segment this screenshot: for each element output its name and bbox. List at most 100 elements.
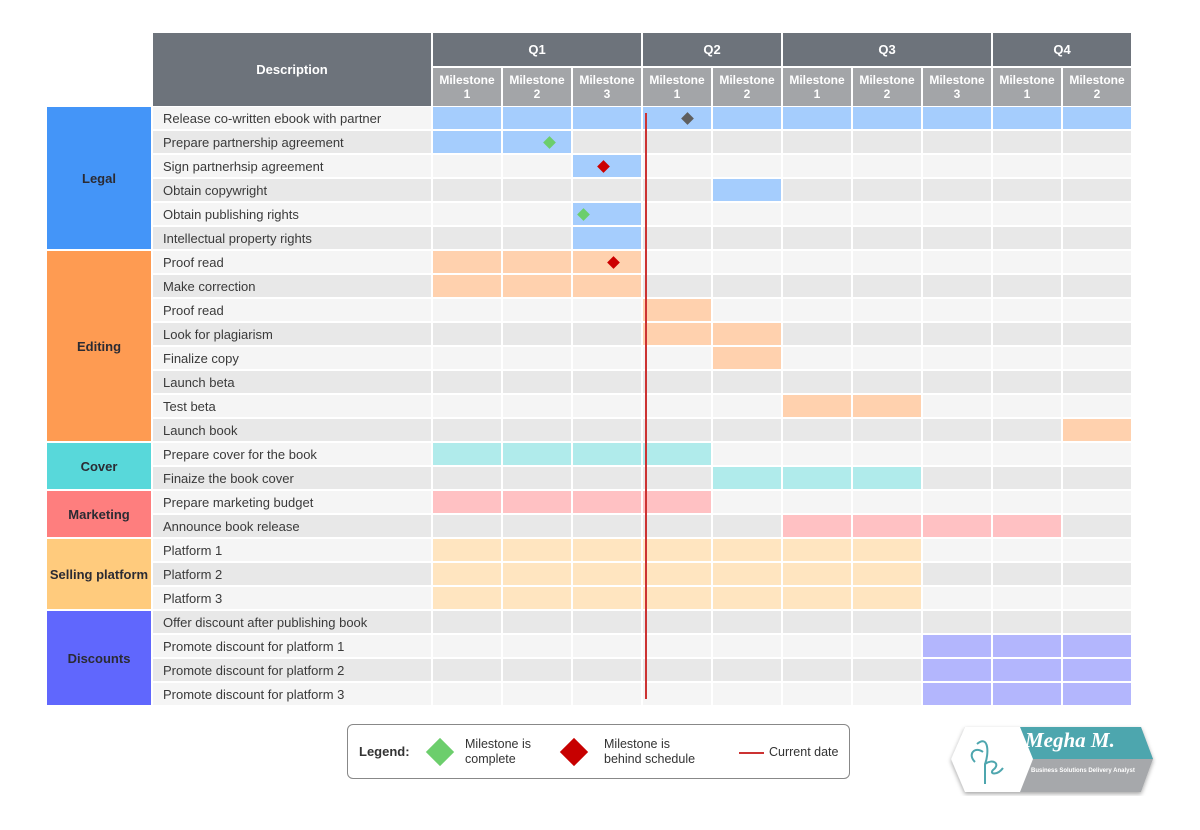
timeline-cell — [923, 539, 991, 561]
legend: Legend: Milestone is complete Milestone … — [347, 724, 850, 779]
task-bar-cell — [433, 587, 501, 609]
legend-title: Legend: — [359, 744, 410, 759]
timeline-cell — [923, 203, 991, 225]
legend-complete-line2: complete — [465, 752, 516, 766]
timeline-cell — [713, 491, 781, 513]
task-bar-cell — [643, 107, 711, 129]
task-bar-cell — [923, 107, 991, 129]
category-name: Legal — [82, 170, 116, 186]
task-bar-cell — [503, 587, 571, 609]
timeline-cell — [783, 275, 851, 297]
timeline-cell — [993, 611, 1061, 633]
timeline-cell — [923, 155, 991, 177]
timeline-cell — [713, 419, 781, 441]
task-bar-cell — [573, 275, 641, 297]
milestone-header: Milestone 1 — [783, 68, 851, 106]
timeline-cell — [993, 587, 1061, 609]
task-bar-cell — [713, 563, 781, 585]
timeline-cell — [1063, 203, 1131, 225]
quarter-header: Q3 — [783, 33, 991, 66]
task-bar-cell — [853, 467, 921, 489]
category-label: Cover — [47, 443, 151, 489]
timeline-cell — [993, 347, 1061, 369]
timeline-cell — [783, 443, 851, 465]
timeline-cell — [853, 419, 921, 441]
timeline-cell — [1063, 299, 1131, 321]
timeline-cell — [713, 515, 781, 537]
task-bar-cell — [643, 491, 711, 513]
task-bar-cell — [643, 539, 711, 561]
timeline-cell — [643, 419, 711, 441]
task-description: Launch book — [153, 419, 431, 441]
task-description: Proof read — [153, 299, 431, 321]
timeline-cell — [783, 347, 851, 369]
legend-complete-label: Milestone is complete — [465, 737, 531, 767]
task-bar-cell — [993, 515, 1061, 537]
timeline-cell — [503, 227, 571, 249]
timeline-cell — [573, 299, 641, 321]
timeline-cell — [503, 203, 571, 225]
timeline-cell — [433, 515, 501, 537]
timeline-cell — [923, 491, 991, 513]
timeline-cell — [783, 611, 851, 633]
milestone-header: Milestone 1 — [993, 68, 1061, 106]
timeline-cell — [853, 203, 921, 225]
legend-behind-line2: behind schedule — [604, 752, 696, 766]
task-bar-cell — [853, 107, 921, 129]
milestone-header: Milestone 2 — [1063, 68, 1131, 106]
task-bar-cell — [503, 275, 571, 297]
timeline-cell — [433, 227, 501, 249]
timeline-cell — [643, 635, 711, 657]
milestone-header: Milestone 3 — [573, 68, 641, 106]
task-bar-cell — [503, 131, 571, 153]
task-description: Promote discount for platform 2 — [153, 659, 431, 681]
timeline-cell — [783, 131, 851, 153]
milestone-header: Milestone 2 — [853, 68, 921, 106]
task-bar-cell — [713, 323, 781, 345]
timeline-cell — [783, 227, 851, 249]
legend-behind-label: Milestone is behind schedule — [604, 737, 695, 767]
timeline-cell — [1063, 323, 1131, 345]
task-description: Prepare cover for the book — [153, 443, 431, 465]
task-bar-cell — [923, 683, 991, 705]
quarter-header: Q2 — [643, 33, 781, 66]
task-bar-cell — [783, 539, 851, 561]
timeline-cell — [923, 419, 991, 441]
task-bar-cell — [853, 515, 921, 537]
task-bar-cell — [783, 107, 851, 129]
timeline-cell — [853, 635, 921, 657]
timeline-cell — [643, 611, 711, 633]
quarter-header: Q1 — [433, 33, 641, 66]
timeline-cell — [433, 467, 501, 489]
timeline-cell — [993, 395, 1061, 417]
category-label: Selling platform — [47, 539, 151, 609]
timeline-cell — [783, 683, 851, 705]
category-name: Marketing — [68, 506, 130, 522]
legend-current-date-label: Current date — [769, 745, 839, 759]
milestone-header: Milestone 2 — [503, 68, 571, 106]
timeline-cell — [783, 371, 851, 393]
task-description: Platform 3 — [153, 587, 431, 609]
timeline-cell — [503, 299, 571, 321]
timeline-cell — [573, 179, 641, 201]
task-bar-cell — [573, 491, 641, 513]
task-bar-cell — [853, 539, 921, 561]
task-description: Make correction — [153, 275, 431, 297]
timeline-cell — [643, 395, 711, 417]
timeline-cell — [783, 251, 851, 273]
task-bar-cell — [503, 107, 571, 129]
timeline-cell — [923, 131, 991, 153]
logo-subtitle: Business Solutions Delivery Analyst — [1031, 768, 1135, 774]
timeline-cell — [923, 179, 991, 201]
task-bar-cell — [713, 107, 781, 129]
task-description: Promote discount for platform 1 — [153, 635, 431, 657]
task-bar-cell — [923, 659, 991, 681]
task-description: Proof read — [153, 251, 431, 273]
task-bar-cell — [573, 443, 641, 465]
timeline-cell — [993, 323, 1061, 345]
task-bar-cell — [853, 587, 921, 609]
timeline-cell — [1063, 275, 1131, 297]
category-name: Editing — [76, 338, 122, 354]
task-bar-cell — [923, 515, 991, 537]
timeline-cell — [713, 635, 781, 657]
